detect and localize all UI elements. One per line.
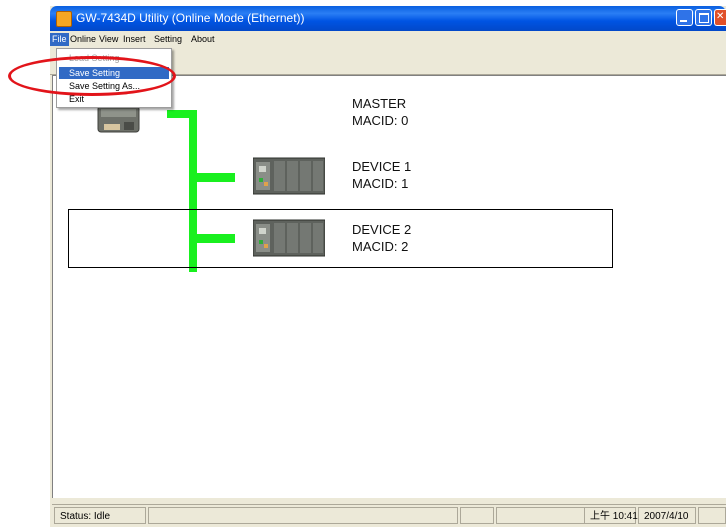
maximize-button[interactable] — [695, 9, 712, 26]
status-pane-blank-2 — [460, 507, 494, 524]
highlight-oval — [8, 56, 176, 96]
menu-bar: File Online View Insert Setting About — [50, 31, 726, 47]
device-1-macid-label: MACID: 1 — [352, 176, 409, 191]
menu-view[interactable]: View — [97, 33, 120, 46]
status-date: 2007/4/10 — [638, 507, 696, 524]
status-pane-blank-4 — [698, 507, 726, 524]
status-pane-blank-3 — [496, 507, 592, 524]
master-name-label: MASTER — [352, 96, 407, 111]
network-canvas[interactable] — [52, 75, 726, 498]
master-macid-label: MACID: 0 — [352, 113, 409, 128]
device-2-selection-box — [68, 209, 613, 268]
title-bar[interactable]: GW-7434D Utility (Online Mode (Ethernet)… — [50, 6, 726, 31]
bus-branch-device-1 — [193, 173, 235, 182]
menu-online[interactable]: Online — [68, 33, 98, 46]
device-2-name-label: DEVICE 2 — [352, 222, 412, 237]
device-1-name-label: DEVICE 1 — [352, 159, 412, 174]
menu-setting[interactable]: Setting — [152, 33, 184, 46]
status-pane-blank-1 — [148, 507, 458, 524]
close-button[interactable] — [714, 9, 726, 26]
menu-insert[interactable]: Insert — [121, 33, 148, 46]
app-icon[interactable] — [56, 11, 72, 27]
menu-about[interactable]: About — [189, 33, 217, 46]
device-2-macid-label: MACID: 2 — [352, 239, 409, 254]
minimize-button[interactable] — [676, 9, 693, 26]
menu-file[interactable]: File — [50, 33, 69, 46]
status-bar: Status: Idle 上午 10:41 2007/4/10 — [52, 504, 726, 527]
device-1-icon[interactable] — [253, 156, 325, 196]
status-text: Status: Idle — [54, 507, 146, 524]
status-time: 上午 10:41 — [584, 507, 638, 524]
window-title: GW-7434D Utility (Online Mode (Ethernet)… — [76, 11, 305, 25]
master-device-icon[interactable] — [97, 106, 140, 134]
